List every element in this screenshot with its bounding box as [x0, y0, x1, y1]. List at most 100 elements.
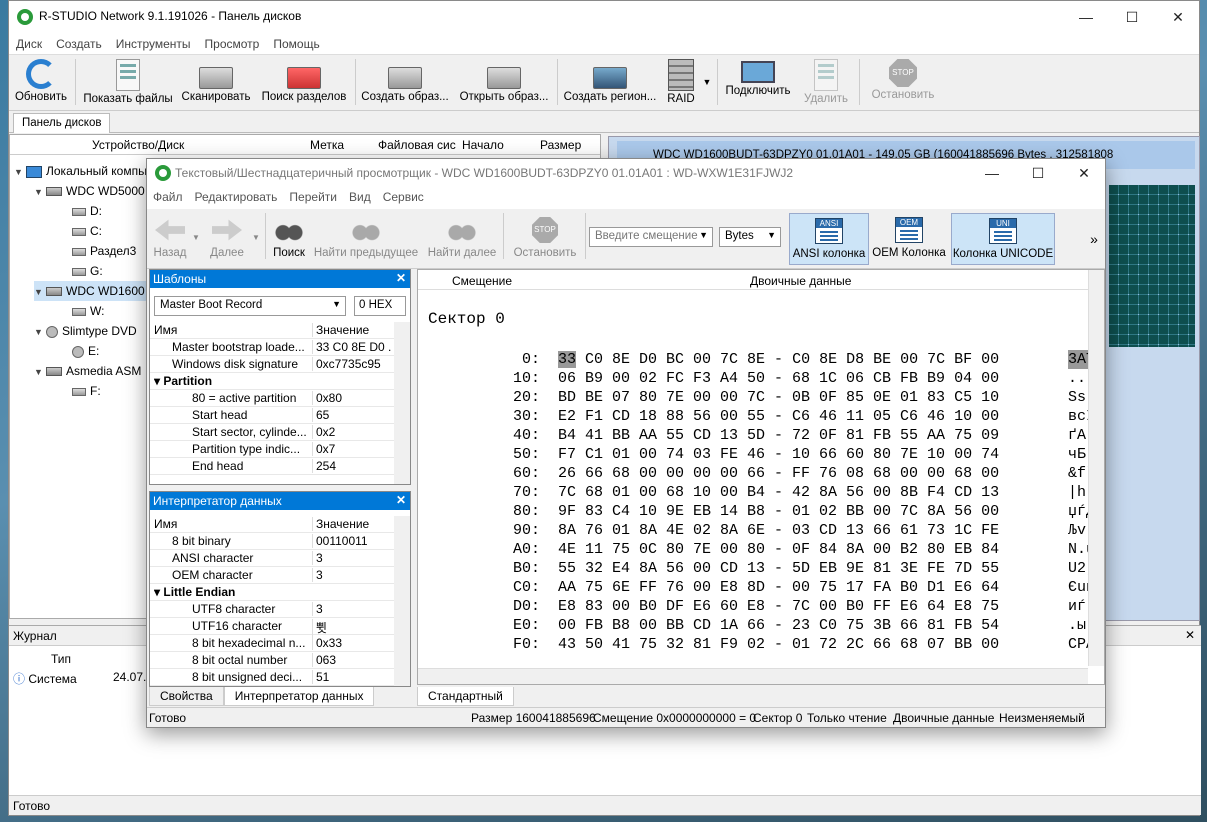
hex-menubar: Файл Редактировать Перейти Вид Сервис [147, 187, 1105, 209]
find-previous-icon [351, 217, 381, 243]
tree-item[interactable]: C: [72, 221, 102, 241]
interpreter-row[interactable]: 8 bit octal number 063 [150, 652, 410, 669]
template-row[interactable]: Windows disk signature 0xc7735c95 [150, 356, 410, 373]
tree-item[interactable]: G: [72, 261, 103, 281]
main-stop-button[interactable]: STOP Остановить [865, 57, 941, 109]
col-start[interactable]: Начало [462, 138, 504, 152]
template-group-row[interactable]: ▾ Partition [150, 373, 410, 390]
interpreter-group-row[interactable]: ▾ Little Endian [150, 584, 410, 601]
journal-row[interactable]: ⓘ Система 24.07.2 [13, 670, 153, 687]
tree-item[interactable]: ▼ WDC WD5000 [34, 181, 145, 201]
menu-disk[interactable]: Диск [9, 33, 49, 55]
minimize-button[interactable]: — [1063, 1, 1109, 33]
template-row[interactable]: Partition type indic... 0x7 [150, 441, 410, 458]
menu-create[interactable]: Создать [49, 33, 109, 55]
close-icon[interactable]: ✕ [396, 493, 406, 507]
col-device[interactable]: Устройство/Диск [92, 138, 184, 152]
back-button[interactable]: Назад [151, 213, 189, 265]
raid-dropdown-arrow[interactable]: ▼ [701, 57, 713, 109]
interpreter-row[interactable]: 8 bit unsigned deci... 51 [150, 669, 410, 686]
hex-row-offset: B0: [512, 560, 540, 577]
template-select[interactable]: Master Boot Record [154, 296, 346, 316]
interpreter-row[interactable]: UTF8 character 3 [150, 601, 410, 618]
template-row[interactable]: End head 254 [150, 458, 410, 475]
tree-item[interactable]: D: [72, 201, 102, 221]
refresh-button[interactable]: Обновить [13, 57, 69, 109]
forward-button[interactable]: Далее [205, 213, 249, 265]
interpreter-row[interactable]: OEM character 3 [150, 567, 410, 584]
find-next-button[interactable]: Найти далее [427, 213, 497, 265]
tree-item-selected[interactable]: ▼ WDC WD1600 [34, 281, 154, 301]
hex-menu-goto[interactable]: Перейти [283, 187, 343, 207]
show-files-button[interactable]: Показать файлы [83, 57, 173, 109]
col-size[interactable]: Размер [540, 138, 581, 152]
ansi-column-toggle[interactable]: ANSIANSI колонка [789, 213, 869, 265]
create-region-button[interactable]: Создать регион... [563, 57, 657, 109]
interpreter-scrollbar[interactable] [394, 516, 410, 686]
close-icon[interactable]: ✕ [1185, 628, 1195, 642]
menu-tools[interactable]: Инструменты [109, 33, 198, 55]
hex-row-text: иѓ [1068, 598, 1087, 615]
find-previous-button[interactable]: Найти предыдущее [313, 213, 419, 265]
hex-stop-button[interactable]: STOP Остановить [509, 213, 581, 265]
menu-help[interactable]: Помощь [266, 33, 326, 55]
search-button[interactable]: Поиск [269, 213, 309, 265]
toolbar-overflow-button[interactable]: » [1087, 213, 1101, 265]
templates-scrollbar[interactable] [394, 322, 410, 484]
hex-data-view[interactable]: Смещение Двоичные данные Сектор 0 0: 33 C… [417, 269, 1105, 685]
close-button[interactable]: ✕ [1155, 1, 1201, 33]
interpreter-row[interactable]: UTF16 character 쀳 [150, 618, 410, 636]
tree-item[interactable]: F: [72, 381, 101, 401]
tree-item[interactable]: Раздел3 [72, 241, 136, 261]
unicode-column-toggle[interactable]: UNIКолонка UNICODE [951, 213, 1055, 265]
selected-byte[interactable]: 33 [558, 351, 577, 368]
template-offset-field[interactable]: 0 HEX [354, 296, 406, 316]
remove-button[interactable]: Удалить [799, 57, 853, 109]
hex-maximize-button[interactable]: ☐ [1015, 159, 1061, 187]
create-image-button[interactable]: Создать образ... [359, 57, 451, 109]
hex-row-offset: 60: [512, 465, 540, 482]
tab-data-interpreter[interactable]: Интерпретатор данных [223, 687, 375, 706]
hex-menu-service[interactable]: Сервис [377, 187, 430, 207]
hex-menu-edit[interactable]: Редактировать [189, 187, 284, 207]
open-image-button[interactable]: Открыть образ... [457, 57, 551, 109]
connect-button[interactable]: Подключить [723, 57, 793, 109]
template-row[interactable]: Start head 65 [150, 407, 410, 424]
hex-horizontal-scrollbar[interactable] [418, 668, 1088, 684]
status-state: Неизменяемый [999, 711, 1085, 725]
tab-standard[interactable]: Стандартный [417, 687, 514, 706]
hex-close-button[interactable]: ✕ [1061, 159, 1107, 187]
tree-item[interactable]: ▼ Asmedia ASM [34, 361, 141, 381]
tree-item[interactable]: ▼ Slimtype DVD [34, 321, 137, 341]
units-select[interactable]: Bytes [719, 227, 781, 247]
template-row[interactable]: Master bootstrap loade... 33 C0 8E D0 ... [150, 339, 410, 356]
raid-button[interactable]: RAID [663, 57, 699, 109]
back-dropdown[interactable]: ▼ [191, 213, 201, 265]
template-row[interactable]: 80 = active partition 0x80 [150, 390, 410, 407]
app-icon [155, 165, 171, 181]
col-label[interactable]: Метка [310, 138, 344, 152]
forward-dropdown[interactable]: ▼ [251, 213, 261, 265]
tree-item[interactable]: E: [72, 341, 99, 361]
hex-minimize-button[interactable]: — [969, 159, 1015, 187]
template-row[interactable]: Start sector, cylinde... 0x2 [150, 424, 410, 441]
find-partitions-button[interactable]: Поиск разделов [259, 57, 349, 109]
offset-input[interactable]: Введите смещение [589, 227, 713, 247]
hex-menu-view[interactable]: Вид [343, 187, 377, 207]
tree-item[interactable]: W: [72, 301, 104, 321]
scan-button[interactable]: Сканировать [179, 57, 253, 109]
partition-icon [72, 307, 86, 316]
tab-disk-panel[interactable]: Панель дисков [13, 113, 111, 133]
tab-properties[interactable]: Свойства [149, 687, 224, 706]
menu-view[interactable]: Просмотр [198, 33, 267, 55]
interpreter-row[interactable]: 8 bit hexadecimal n... 0x33 [150, 635, 410, 652]
interpreter-row[interactable]: ANSI character 3 [150, 550, 410, 567]
close-icon[interactable]: ✕ [396, 271, 406, 285]
hex-menu-file[interactable]: Файл [147, 187, 189, 207]
interpreter-row[interactable]: 8 bit binary 00110011 [150, 533, 410, 550]
oem-column-toggle[interactable]: OEMOEM Колонка [871, 213, 947, 265]
maximize-button[interactable]: ☐ [1109, 1, 1155, 33]
hex-vertical-scrollbar[interactable] [1088, 270, 1104, 666]
sector-map[interactable] [1109, 185, 1195, 347]
col-fs[interactable]: Файловая сис [378, 138, 456, 152]
